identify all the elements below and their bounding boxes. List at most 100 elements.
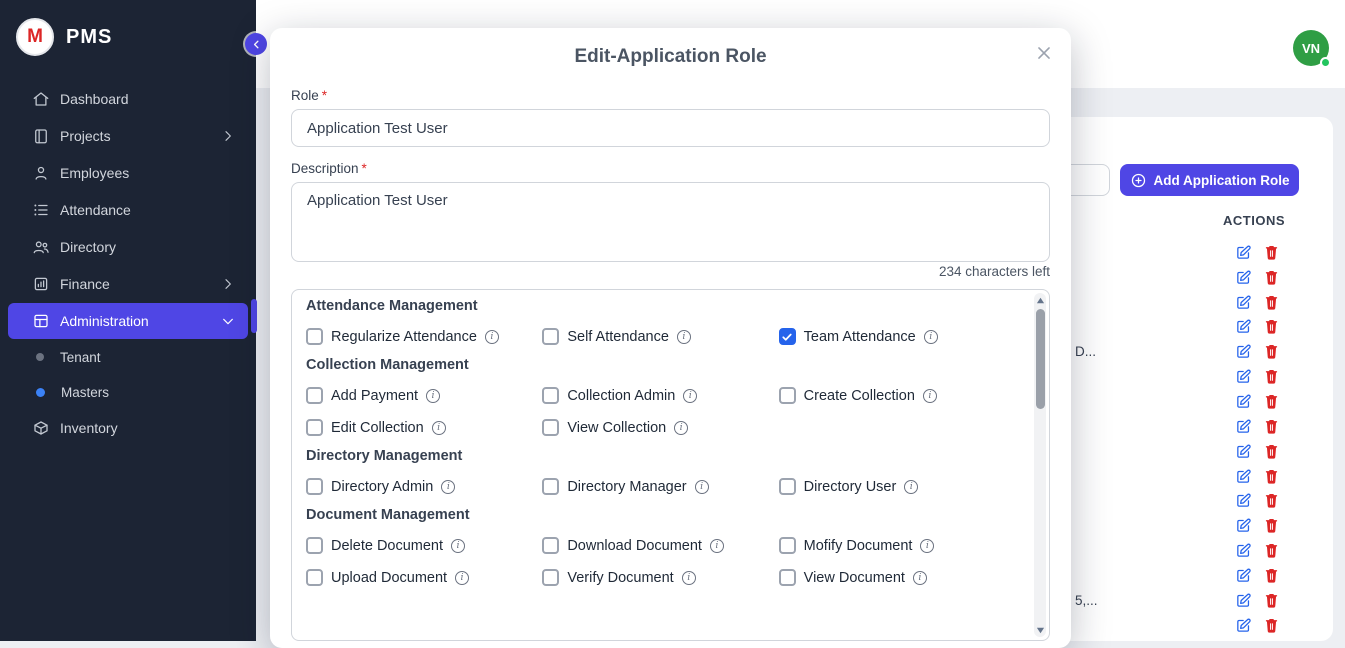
info-icon[interactable]: i [913,571,927,585]
permission-team-attendance[interactable]: Team Attendancei [779,328,1015,345]
sidebar-item-attendance[interactable]: Attendance [8,192,248,228]
sidebar-item-projects[interactable]: Projects [8,118,248,154]
sidebar-subitem-masters[interactable]: Masters [8,375,248,409]
sidebar-item-administration[interactable]: Administration [8,303,248,339]
delete-icon[interactable] [1263,443,1280,460]
edit-icon[interactable] [1235,343,1252,360]
delete-icon[interactable] [1263,269,1280,286]
delete-icon[interactable] [1263,343,1280,360]
sidebar-subitem-tenant[interactable]: Tenant [8,340,248,374]
edit-icon[interactable] [1235,393,1252,410]
add-application-role-button[interactable]: Add Application Role [1120,164,1299,196]
permission-view-document[interactable]: View Documenti [779,569,1015,586]
checkbox[interactable] [306,328,323,345]
permission-directory-user[interactable]: Directory Useri [779,478,1015,495]
delete-icon[interactable] [1263,567,1280,584]
delete-icon[interactable] [1263,318,1280,335]
permission-add-payment[interactable]: Add Paymenti [306,387,542,404]
edit-icon[interactable] [1235,244,1252,261]
delete-icon[interactable] [1263,517,1280,534]
checkbox[interactable] [542,537,559,554]
delete-icon[interactable] [1263,542,1280,559]
permission-self-attendance[interactable]: Self Attendancei [542,328,778,345]
info-icon[interactable]: i [683,389,697,403]
edit-icon[interactable] [1235,517,1252,534]
delete-icon[interactable] [1263,592,1280,609]
sidebar-collapse-button[interactable] [245,33,267,55]
sidebar-item-directory[interactable]: Directory [8,229,248,265]
info-icon[interactable]: i [923,389,937,403]
edit-icon[interactable] [1235,592,1252,609]
checkbox-checked[interactable] [779,328,796,345]
role-input[interactable] [291,109,1050,147]
info-icon[interactable]: i [441,480,455,494]
info-icon[interactable]: i [485,330,499,344]
info-icon[interactable]: i [904,480,918,494]
edit-icon[interactable] [1235,318,1252,335]
edit-icon[interactable] [1235,617,1252,634]
info-icon[interactable]: i [426,389,440,403]
sidebar-item-inventory[interactable]: Inventory [8,410,248,446]
checkbox[interactable] [542,419,559,436]
info-icon[interactable]: i [695,480,709,494]
info-icon[interactable]: i [451,539,465,553]
info-icon[interactable]: i [432,421,446,435]
checkbox[interactable] [306,387,323,404]
description-textarea[interactable]: Application Test User [291,182,1050,262]
info-icon[interactable]: i [674,421,688,435]
delete-icon[interactable] [1263,617,1280,634]
checkbox[interactable] [542,478,559,495]
permission-download-document[interactable]: Download Documenti [542,537,778,554]
edit-icon[interactable] [1235,294,1252,311]
checkbox[interactable] [306,537,323,554]
info-icon[interactable]: i [677,330,691,344]
edit-icon[interactable] [1235,269,1252,286]
checkbox[interactable] [306,478,323,495]
scroll-down-icon[interactable] [1034,624,1046,636]
checkbox[interactable] [779,478,796,495]
info-icon[interactable]: i [710,539,724,553]
checkbox[interactable] [542,387,559,404]
checkbox[interactable] [542,328,559,345]
delete-icon[interactable] [1263,393,1280,410]
sidebar-item-employees[interactable]: Employees [8,155,248,191]
permission-view-collection[interactable]: View Collectioni [542,419,778,436]
permission-directory-manager[interactable]: Directory Manageri [542,478,778,495]
checkbox[interactable] [779,387,796,404]
permission-delete-document[interactable]: Delete Documenti [306,537,542,554]
scrollbar-thumb[interactable] [1036,309,1045,409]
checkbox[interactable] [306,419,323,436]
permission-verify-document[interactable]: Verify Documenti [542,569,778,586]
info-icon[interactable]: i [920,539,934,553]
permission-collection-admin[interactable]: Collection Admini [542,387,778,404]
edit-icon[interactable] [1235,567,1252,584]
checkbox[interactable] [306,569,323,586]
checkbox[interactable] [779,537,796,554]
edit-icon[interactable] [1235,368,1252,385]
sidebar-item-dashboard[interactable]: Dashboard [8,81,248,117]
delete-icon[interactable] [1263,418,1280,435]
edit-icon[interactable] [1235,542,1252,559]
delete-icon[interactable] [1263,244,1280,261]
delete-icon[interactable] [1263,492,1280,509]
edit-icon[interactable] [1235,418,1252,435]
sidebar-item-finance[interactable]: Finance [8,266,248,302]
checkbox[interactable] [779,569,796,586]
permission-create-collection[interactable]: Create Collectioni [779,387,1015,404]
info-icon[interactable]: i [455,571,469,585]
delete-icon[interactable] [1263,468,1280,485]
close-icon[interactable] [1033,42,1055,64]
permission-mofify-document[interactable]: Mofify Documenti [779,537,1015,554]
edit-icon[interactable] [1235,468,1252,485]
permission-upload-document[interactable]: Upload Documenti [306,569,542,586]
edit-icon[interactable] [1235,492,1252,509]
scroll-up-icon[interactable] [1034,294,1046,306]
info-icon[interactable]: i [924,330,938,344]
checkbox[interactable] [542,569,559,586]
edit-icon[interactable] [1235,443,1252,460]
info-icon[interactable]: i [682,571,696,585]
permission-edit-collection[interactable]: Edit Collectioni [306,419,542,436]
permission-directory-admin[interactable]: Directory Admini [306,478,542,495]
permission-regularize-attendance[interactable]: Regularize Attendancei [306,328,542,345]
scrollbar[interactable] [1034,293,1046,637]
